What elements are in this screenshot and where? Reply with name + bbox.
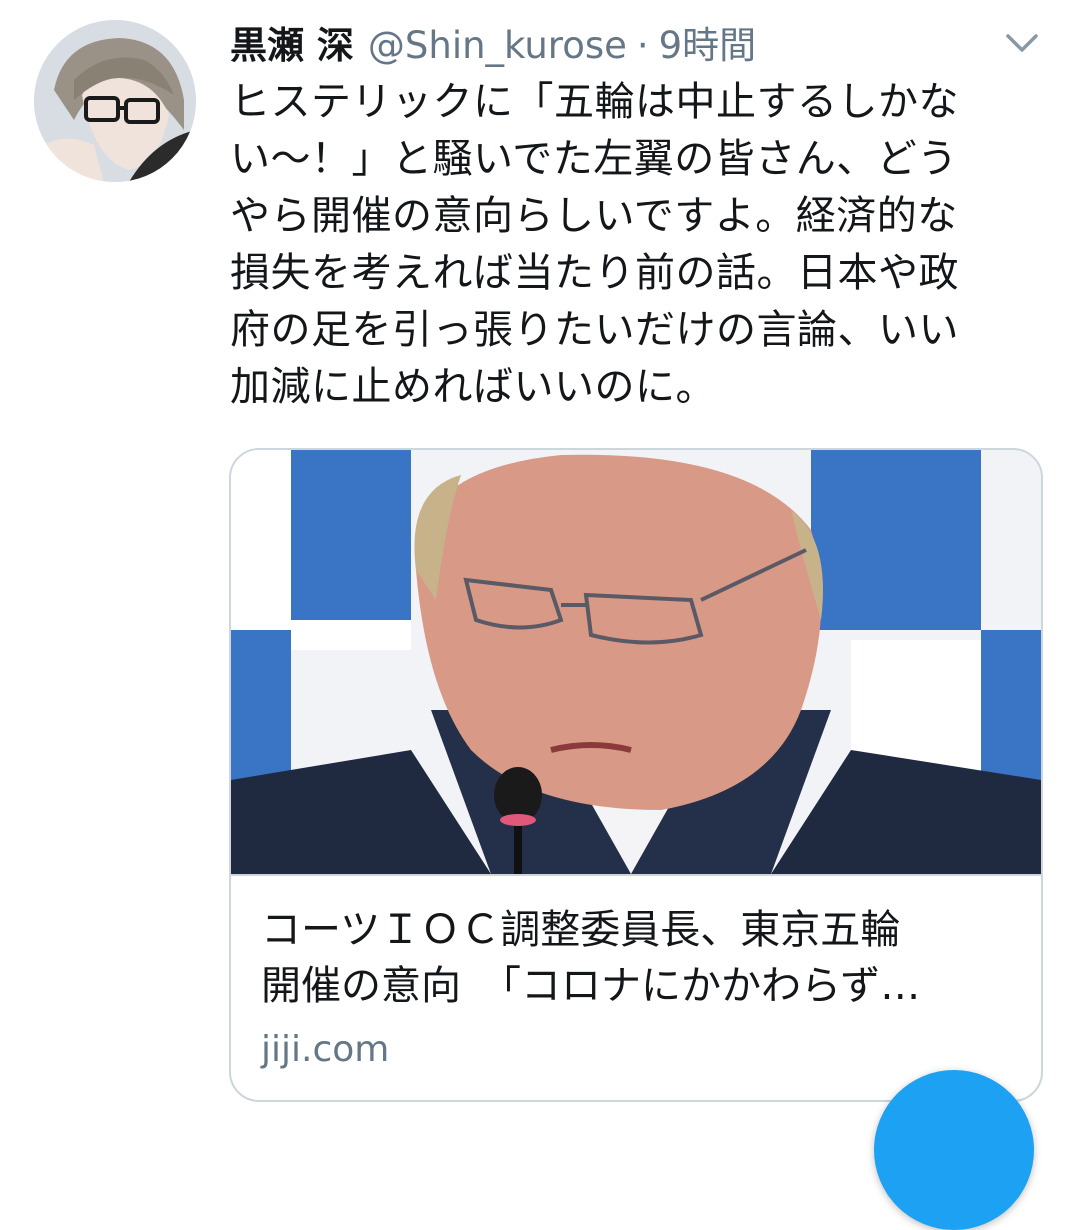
display-name[interactable]: 黒瀬 深 <box>230 18 354 74</box>
card-image <box>231 450 1041 876</box>
user-handle[interactable]: @Shin_kurose <box>368 18 627 74</box>
tweet-text: ヒステリックに「五輪は中止するしかな い〜！」と騒いでた左翼の皆さん、どう やら… <box>230 79 959 410</box>
compose-fab[interactable] <box>874 1070 1034 1230</box>
tweet: 黒瀬 深 @Shin_kurose · 9時間 ヒステリックに「五輪は中止するし… <box>0 0 1080 1230</box>
card-domain[interactable]: jiji.com <box>261 1026 389 1074</box>
avatar[interactable] <box>34 20 196 182</box>
timestamp[interactable]: 9時間 <box>659 18 757 74</box>
link-card[interactable]: コーツＩＯＣ調整委員長、東京五輪 開催の意向 「コロナにかかわらず… jiji.… <box>229 448 1043 1102</box>
card-title[interactable]: コーツＩＯＣ調整委員長、東京五輪 開催の意向 「コロナにかかわらず… <box>261 902 1021 1014</box>
chevron-down-icon[interactable] <box>1000 26 1044 62</box>
separator-dot: · <box>636 24 649 67</box>
avatar-illustration <box>34 20 196 182</box>
tweet-header: 黒瀬 深 @Shin_kurose · 9時間 <box>230 18 756 74</box>
